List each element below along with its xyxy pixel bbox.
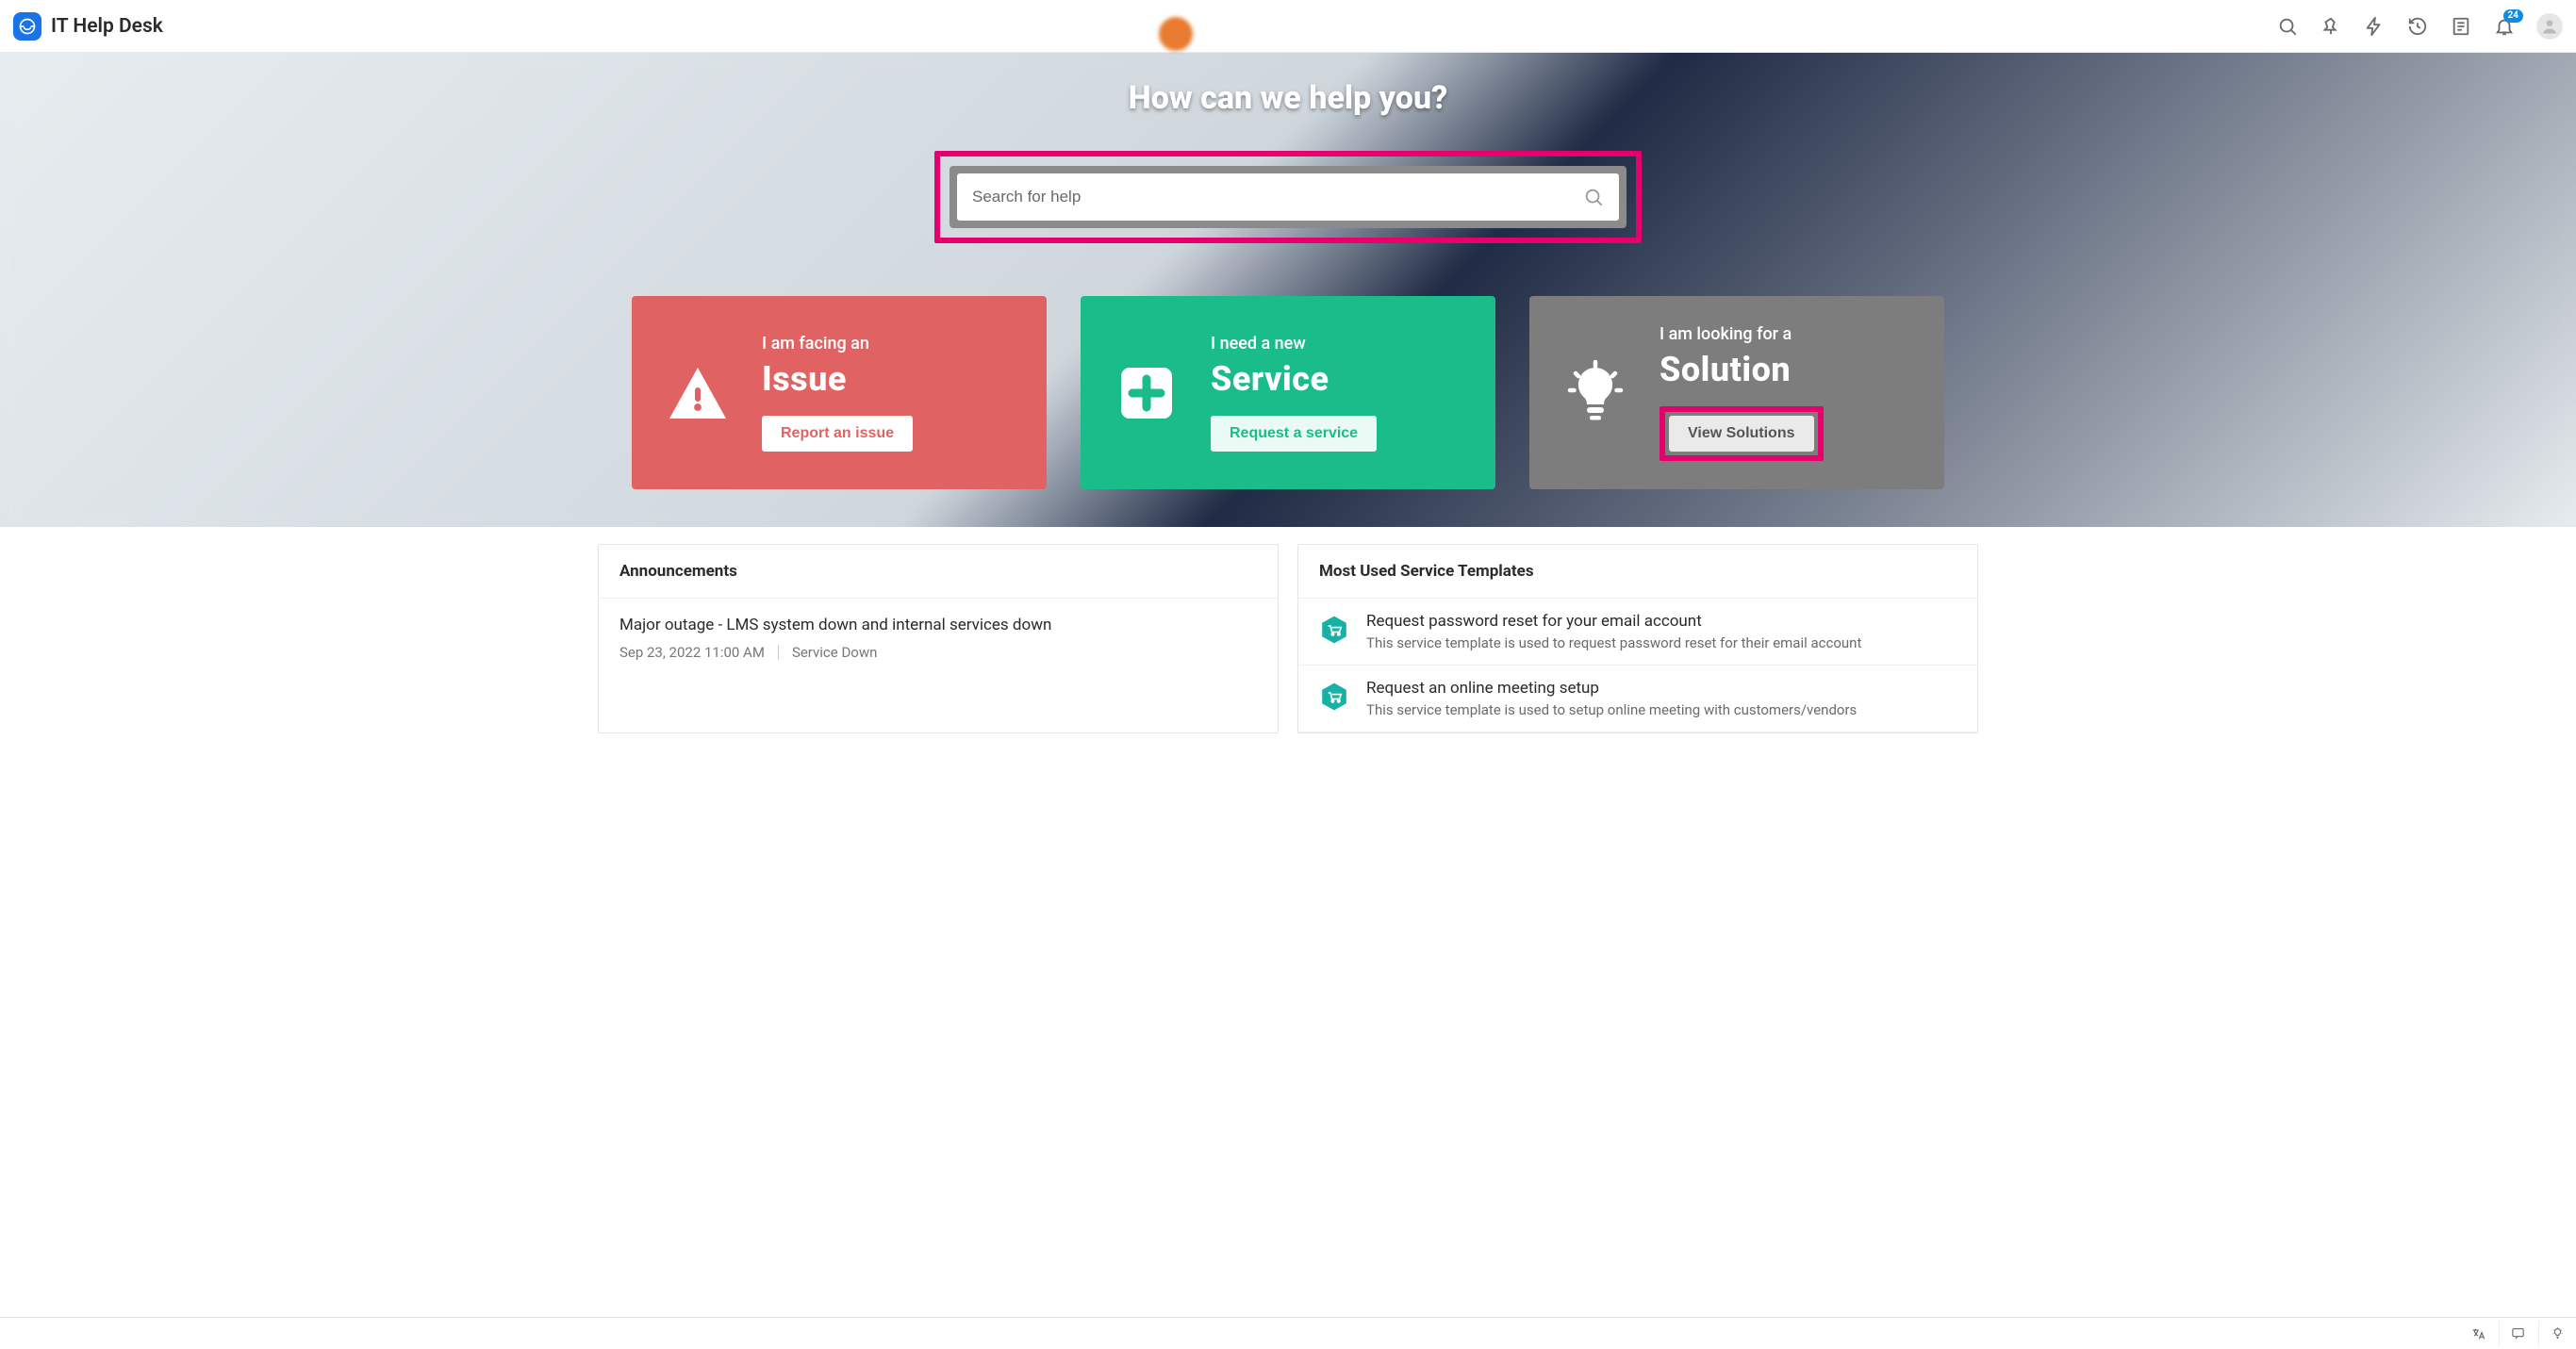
topbar-actions: 24 [2276, 13, 2563, 40]
search-box[interactable] [957, 173, 1619, 221]
view-solutions-button[interactable]: View Solutions [1669, 416, 1814, 452]
search-highlight-box [934, 151, 1642, 243]
bolt-icon[interactable] [2363, 15, 2386, 38]
template-desc: This service template is used to request… [1366, 634, 1861, 651]
report-issue-button[interactable]: Report an issue [762, 416, 913, 452]
templates-heading: Most Used Service Templates [1298, 545, 1977, 599]
hero: How can we help you? I am facing an Issu… [0, 53, 2576, 527]
card-service: I need a new Service Request a service [1081, 296, 1495, 489]
template-item[interactable]: Request password reset for your email ac… [1298, 599, 1977, 666]
search-shell [949, 166, 1627, 228]
template-desc: This service template is used to setup o… [1366, 701, 1857, 718]
announcement-title: Major outage - LMS system down and inter… [619, 616, 1257, 634]
warning-icon [660, 355, 735, 431]
chat-icon[interactable] [2499, 1321, 2525, 1347]
lightbulb-icon [1558, 355, 1633, 431]
announcements-heading: Announcements [599, 545, 1278, 599]
announcement-date: Sep 23, 2022 11:00 AM [619, 644, 765, 661]
bottombar [0, 1317, 2576, 1349]
card-service-lead: I need a new [1211, 334, 1377, 354]
search-icon[interactable] [2276, 15, 2299, 38]
announcement-item[interactable]: Major outage - LMS system down and inter… [599, 599, 1278, 678]
history-icon[interactable] [2406, 15, 2429, 38]
cart-icon [1319, 615, 1349, 645]
request-service-button[interactable]: Request a service [1211, 416, 1377, 452]
solution-highlight-box: View Solutions [1660, 406, 1824, 461]
language-icon[interactable] [2459, 1321, 2485, 1347]
content-panels: Announcements Major outage - LMS system … [581, 527, 1995, 750]
templates-panel: Most Used Service Templates Request pass… [1297, 544, 1978, 733]
plus-icon [1109, 355, 1184, 431]
separator [778, 645, 779, 660]
bell-icon[interactable]: 24 [2493, 15, 2516, 38]
action-cards: I am facing an Issue Report an issue I n… [619, 296, 1957, 489]
card-solution-lead: I am looking for a [1660, 324, 1824, 344]
card-issue-lead: I am facing an [762, 334, 913, 354]
tips-icon[interactable] [2538, 1321, 2565, 1347]
announcement-meta: Sep 23, 2022 11:00 AM Service Down [619, 644, 1257, 661]
app-title: IT Help Desk [51, 15, 163, 38]
hero-title: How can we help you? [619, 79, 1957, 117]
card-solution: I am looking for a Solution View Solutio… [1529, 296, 1944, 489]
announcement-status: Service Down [792, 644, 877, 661]
cart-icon [1319, 682, 1349, 712]
topbar: IT Help Desk 24 [0, 0, 2576, 53]
template-title: Request an online meeting setup [1366, 679, 1857, 698]
card-issue: I am facing an Issue Report an issue [632, 296, 1047, 489]
template-item[interactable]: Request an online meeting setup This ser… [1298, 666, 1977, 732]
note-icon[interactable] [2450, 15, 2472, 38]
search-submit-icon[interactable] [1583, 187, 1604, 207]
announcements-panel: Announcements Major outage - LMS system … [598, 544, 1279, 733]
avatar[interactable] [2536, 13, 2563, 40]
template-title: Request password reset for your email ac… [1366, 612, 1861, 631]
search-input[interactable] [972, 188, 1583, 206]
brand-icon [13, 12, 41, 41]
brand: IT Help Desk [13, 12, 163, 41]
card-issue-big: Issue [762, 359, 913, 399]
card-solution-big: Solution [1660, 350, 1824, 389]
card-service-big: Service [1211, 359, 1377, 399]
pin-icon[interactable] [2320, 15, 2342, 38]
notification-badge: 24 [2503, 9, 2523, 23]
